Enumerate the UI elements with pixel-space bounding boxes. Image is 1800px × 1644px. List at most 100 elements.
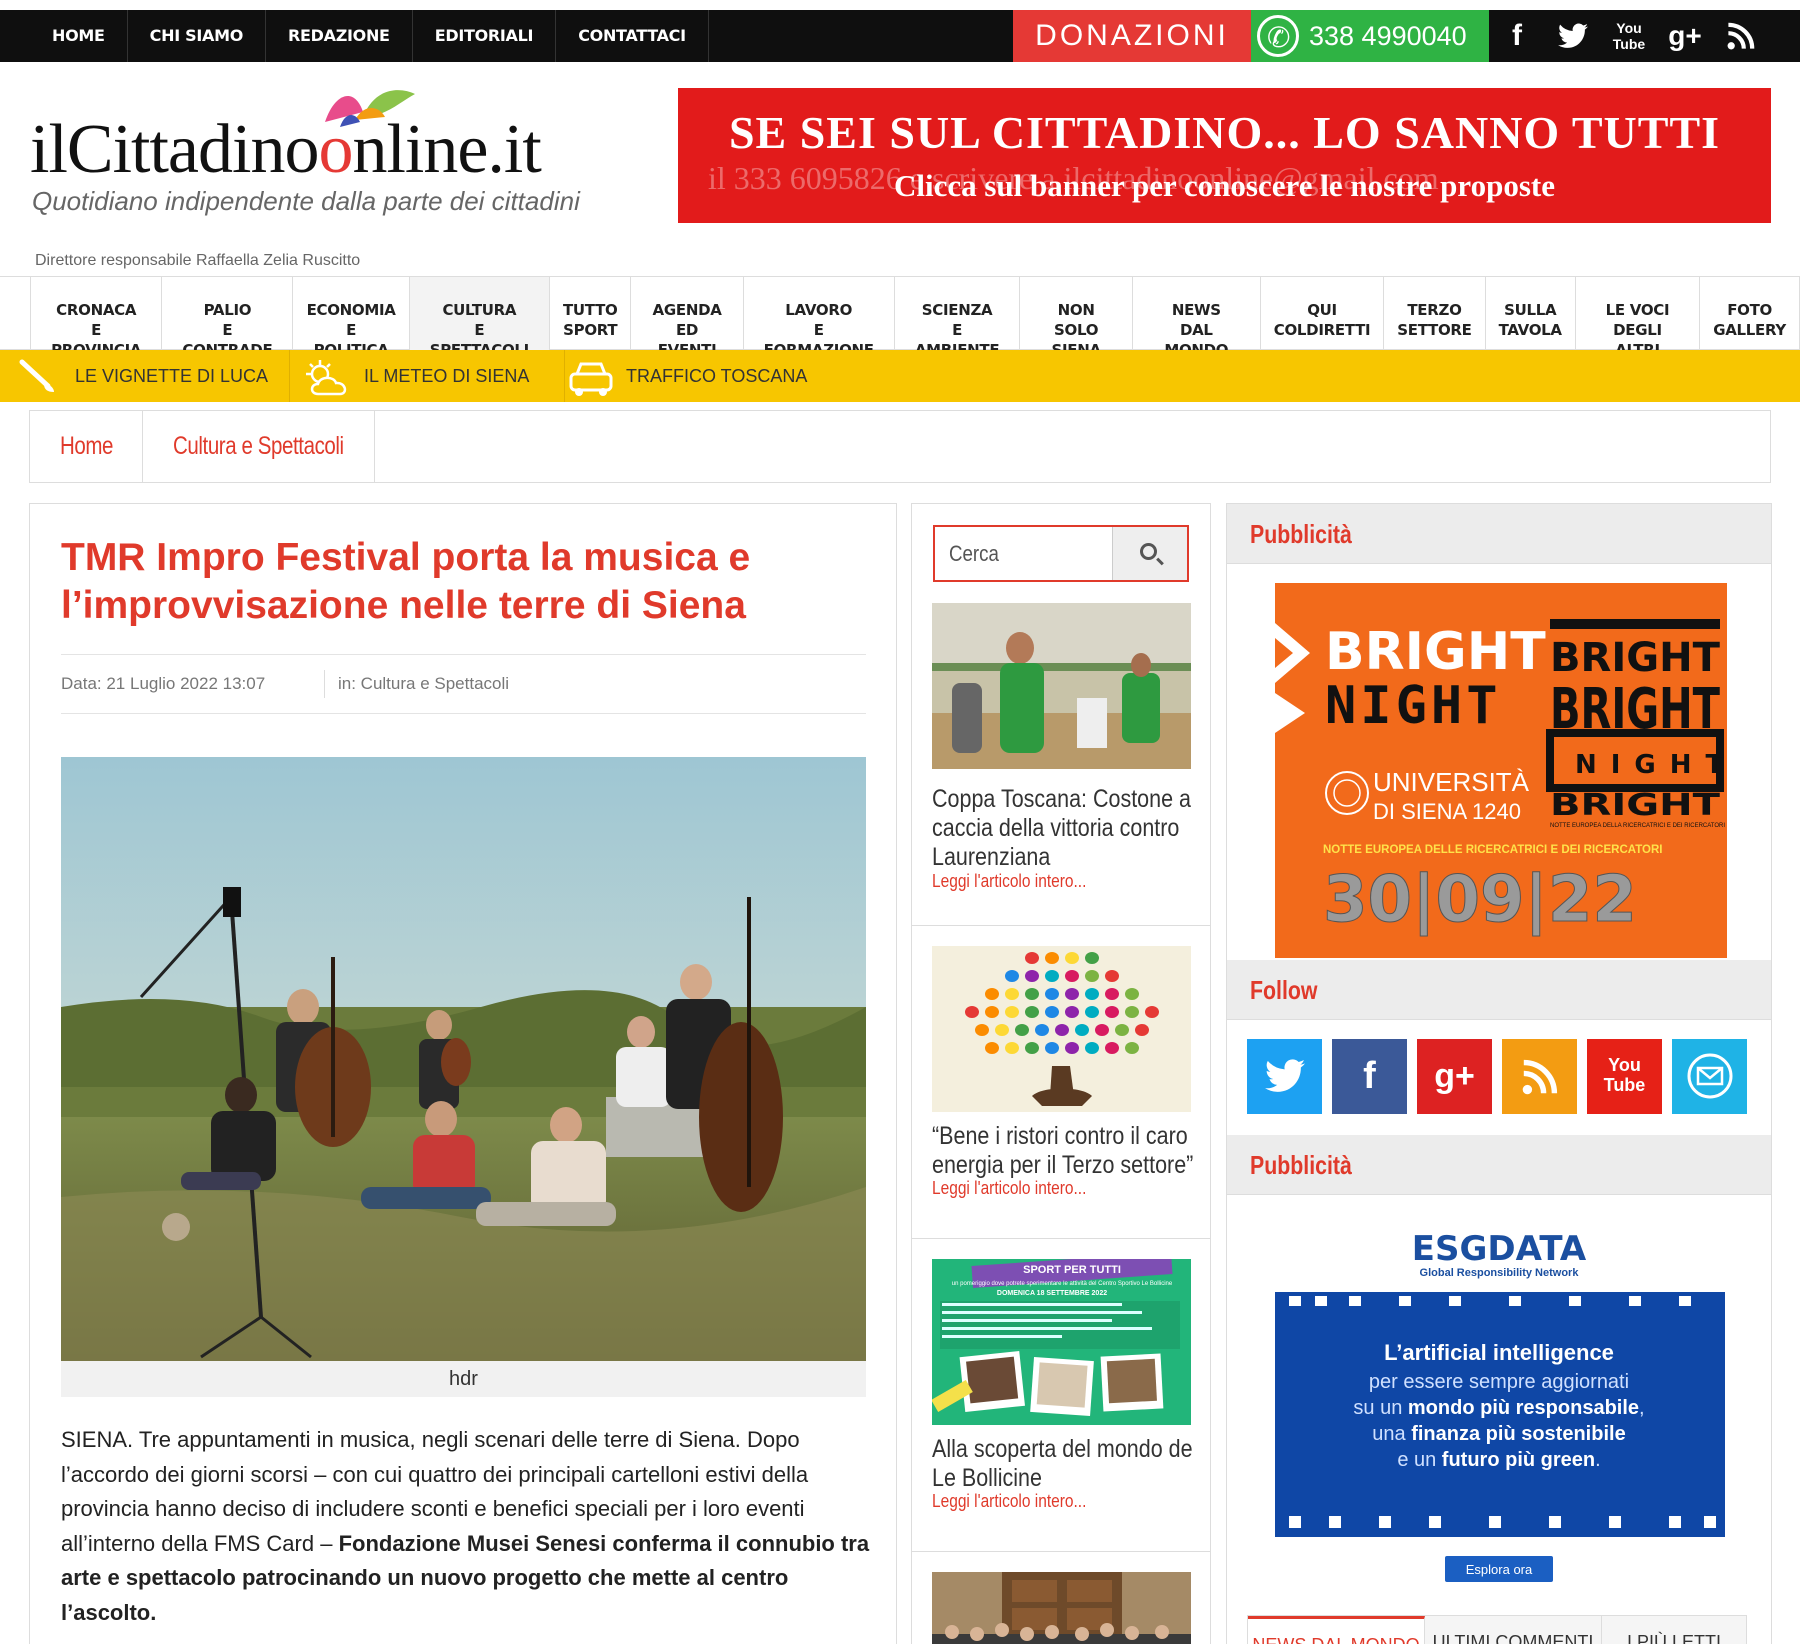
quick-link-meteo[interactable]: IL METEO DI SIENA xyxy=(290,350,565,402)
article-photo[interactable] xyxy=(61,757,866,1361)
news-item[interactable]: “Bene i ristori contro il caro energia p… xyxy=(912,926,1210,1239)
follow-googleplus-icon[interactable]: g+ xyxy=(1417,1039,1492,1114)
tab-ultimi-commenti[interactable]: ULTIMI COMMENTI xyxy=(1425,1616,1602,1644)
widget-title-follow: Follow xyxy=(1227,960,1771,1020)
hand-shape xyxy=(1025,970,1039,982)
facebook-icon[interactable]: f xyxy=(1489,10,1545,62)
news-read-more[interactable]: Leggi l'articolo intero... xyxy=(932,871,1086,892)
googleplus-icon[interactable]: g+ xyxy=(1657,10,1713,62)
esgdata-ad[interactable]: ESGDATA Global Responsibility Network L’… xyxy=(1249,1220,1749,1600)
topnav-editoriali[interactable]: EDITORIALI xyxy=(413,10,557,62)
hand-shape xyxy=(975,1024,989,1036)
bright-night-ad[interactable]: BRIGHT NIGHT UNIVERSITÀ DI SIENA 1240 BR… xyxy=(1275,583,1727,958)
hand-shape xyxy=(1115,1024,1129,1036)
news-thumb[interactable]: SPORT PER TUTTI un pomeriggio dove potre… xyxy=(932,1259,1191,1425)
whatsapp-button[interactable]: 338 4990040 xyxy=(1251,10,1489,64)
svg-text:L’artificial intelligence: L’artificial intelligence xyxy=(1384,1340,1614,1365)
header-banner-ad[interactable]: il 333 6095826 e scrivere a ilcittadinoo… xyxy=(678,88,1771,223)
hand-shape xyxy=(1065,970,1079,982)
main-nav-item[interactable]: PALIOE CONTRADE xyxy=(162,277,294,359)
donate-button[interactable]: DONAZIONI xyxy=(1013,10,1251,62)
quick-link-vignette[interactable]: LE VIGNETTE DI LUCA xyxy=(0,350,290,402)
main-nav-item[interactable]: CULTURAE SPETTACOLI xyxy=(409,277,550,359)
svg-text:per essere sempre aggiornati: per essere sempre aggiornati xyxy=(1369,1371,1629,1393)
main-nav-item[interactable]: SCIENZAE AMBIENTE xyxy=(895,277,1021,359)
breadcrumb-home[interactable]: Home xyxy=(60,411,113,482)
main-nav-item[interactable]: TERZO SETTORE xyxy=(1384,277,1486,350)
main-nav-item[interactable]: CRONACAE PROVINCIA xyxy=(31,277,163,359)
widget-title-ads-2: Pubblicità xyxy=(1227,1135,1771,1195)
topnav-contattaci[interactable]: CONTATTACI xyxy=(556,10,709,62)
hand-shape xyxy=(1085,1006,1099,1018)
site-logo[interactable]: ilCittadinoonline.it Quotidiano indipend… xyxy=(30,80,610,225)
follow-icons: f g+ You Tube xyxy=(1247,1039,1747,1114)
follow-email-icon[interactable] xyxy=(1672,1039,1747,1114)
news-thumb[interactable] xyxy=(932,946,1191,1112)
news-title[interactable]: Coppa Toscana: Costone a caccia della vi… xyxy=(932,785,1194,872)
article-title: TMR Impro Festival porta la musica e l’i… xyxy=(61,536,751,627)
news-title[interactable]: “Bene i ristori contro il caro energia p… xyxy=(932,1122,1194,1180)
hand-shape xyxy=(1105,1006,1119,1018)
main-nav-item[interactable]: ECONOMIAE POLITICA xyxy=(293,277,410,359)
banner-subline: Clicca sul banner per conoscere le nostr… xyxy=(893,168,1555,203)
hand-shape xyxy=(1065,988,1079,1000)
topnav-chi-siamo[interactable]: CHI SIAMO xyxy=(128,10,266,62)
main-nav-item[interactable]: LE VOCIDEGLI ALTRI xyxy=(1576,277,1701,359)
topnav-home[interactable]: HOME xyxy=(30,10,128,62)
search-input[interactable]: Cerca xyxy=(949,527,999,580)
hand-shape xyxy=(1035,1024,1049,1036)
widget-title-ads: Pubblicità xyxy=(1227,504,1771,564)
svg-text:BRIGHT: BRIGHT xyxy=(1550,788,1721,823)
svg-text:UNIVERSITÀ: UNIVERSITÀ xyxy=(1373,767,1530,797)
main-nav-item[interactable]: FOTO GALLERY xyxy=(1700,277,1800,350)
banner-headline: SE SEI SUL CITTADINO... LO SANNO TUTTI xyxy=(728,107,1721,158)
follow-rss-icon[interactable] xyxy=(1502,1039,1577,1114)
news-item[interactable]: SPORT PER TUTTI un pomeriggio dove potre… xyxy=(912,1239,1210,1552)
hand-shape xyxy=(1085,988,1099,1000)
follow-twitter-icon[interactable] xyxy=(1247,1039,1322,1114)
tab-piu-letti[interactable]: I PIÙ LETTI xyxy=(1602,1616,1746,1644)
hand-shape xyxy=(965,1006,979,1018)
hand-shape xyxy=(1095,1024,1109,1036)
youtube-icon[interactable]: You Tube xyxy=(1601,10,1657,62)
sidebar-news: Cerca Coppa Toscana: Costone a caccia de… xyxy=(911,503,1211,1644)
follow-youtube-icon[interactable]: You Tube xyxy=(1587,1039,1662,1114)
svg-text:ESGDATA: ESGDATA xyxy=(1412,1229,1587,1269)
hand-shape xyxy=(1065,1042,1079,1054)
breadcrumb-category[interactable]: Cultura e Spettacoli xyxy=(173,411,344,482)
main-nav-item[interactable]: SULLA TAVOLA xyxy=(1486,277,1576,350)
brush-icon xyxy=(18,358,58,403)
rss-icon[interactable] xyxy=(1713,10,1769,62)
news-title[interactable]: Alla scoperta del mondo de Le Bollicine xyxy=(932,1435,1194,1493)
main-nav-item[interactable]: NEWSDAL MONDO xyxy=(1133,277,1261,359)
hand-shape xyxy=(1025,1042,1039,1054)
quick-link-traffico[interactable]: TRAFFICO TOSCANA xyxy=(565,350,835,402)
follow-facebook-icon[interactable]: f xyxy=(1332,1039,1407,1114)
svg-text:NIGHT: NIGHT xyxy=(1325,676,1502,736)
logo-name: ilCittadinoonline.it xyxy=(30,111,542,188)
news-item[interactable]: Coppa Toscana: Costone a caccia della vi… xyxy=(912,603,1210,926)
hand-shape xyxy=(1125,1006,1139,1018)
search-icon xyxy=(1140,543,1157,560)
news-thumb[interactable] xyxy=(932,1572,1191,1644)
hand-shape xyxy=(1075,1024,1089,1036)
main-nav-item[interactable]: LAVOROE FORMAZIONE xyxy=(744,277,895,359)
main-nav-item[interactable]: AGENDAED EVENTI xyxy=(631,277,744,359)
main-nav-item[interactable]: QUI COLDIRETTI xyxy=(1261,277,1385,350)
twitter-icon[interactable] xyxy=(1545,10,1601,62)
news-thumb[interactable] xyxy=(932,603,1191,769)
news-read-more[interactable]: Leggi l'articolo intero... xyxy=(932,1178,1086,1199)
hand-shape xyxy=(1055,1024,1069,1036)
weather-icon xyxy=(302,358,356,407)
news-read-more[interactable]: Leggi l'articolo intero... xyxy=(932,1491,1086,1512)
topnav-redazione[interactable]: REDAZIONE xyxy=(266,10,413,62)
main-nav-item[interactable]: NON SOLOSIENA xyxy=(1020,277,1133,359)
main-nav-item[interactable]: TUTTO SPORT xyxy=(550,277,632,350)
svg-text:Esplora ora: Esplora ora xyxy=(1466,1562,1533,1577)
top-nav: HOME CHI SIAMO REDAZIONE EDITORIALI CONT… xyxy=(30,10,709,62)
hand-shape xyxy=(1045,1042,1059,1054)
car-icon xyxy=(565,358,617,407)
quick-links-bar: LE VIGNETTE DI LUCA IL METEO DI SIENA TR… xyxy=(0,350,1800,402)
tab-news-dal-mondo[interactable]: NEWS DAL MONDO xyxy=(1248,1616,1425,1644)
search-button[interactable] xyxy=(1112,527,1187,580)
